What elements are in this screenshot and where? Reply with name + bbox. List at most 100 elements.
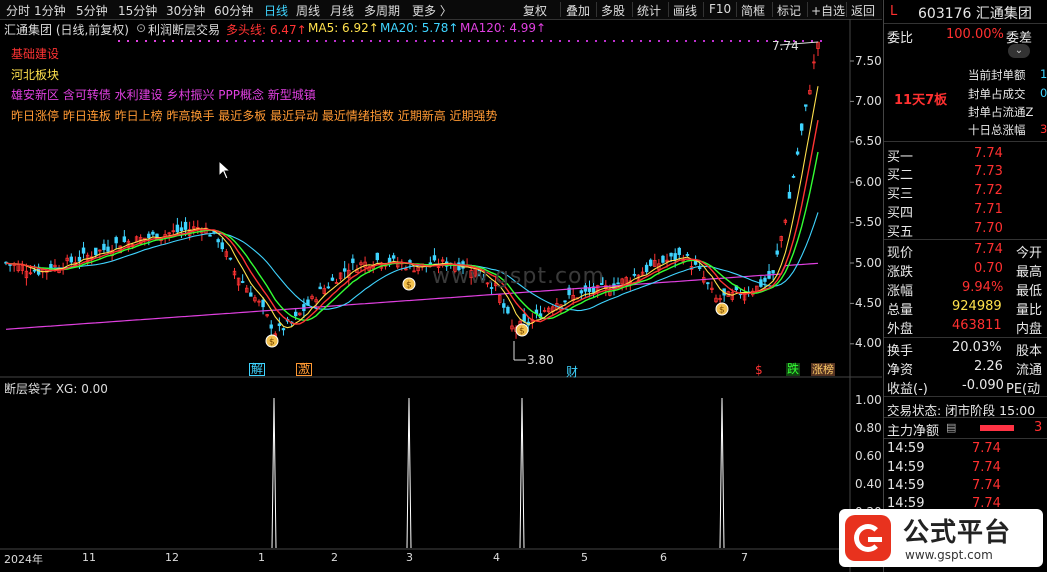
candle-body [787, 191, 792, 199]
candle-body [506, 306, 510, 314]
signal-dot [172, 40, 174, 42]
btn-overlay[interactable]: 叠加 [566, 2, 590, 19]
signal-dot [478, 40, 480, 42]
btn-draw[interactable]: 画线 [673, 2, 697, 19]
xtick-12: 12 [165, 551, 179, 564]
signal-dot [352, 40, 354, 42]
signal-dot [145, 40, 147, 42]
candle-body [334, 282, 339, 284]
candle-body [563, 300, 567, 303]
candle-body [661, 255, 665, 263]
xtick-7: 7 [741, 551, 748, 564]
tick-price-3: 7.74 [972, 478, 1001, 493]
seal-value-1: 1 [1040, 67, 1047, 81]
signal-dot [316, 40, 318, 42]
marker-zhangbang[interactable]: 涨榜 [811, 363, 835, 376]
btn-add-watchlist[interactable]: +自选 [811, 2, 845, 19]
candle-body [32, 269, 37, 272]
signal-dot [496, 40, 498, 42]
signal-dot [703, 40, 705, 42]
signal-dot [424, 40, 426, 42]
signal-dot [334, 40, 336, 42]
btn-back[interactable]: 返回 [851, 2, 875, 19]
stat2-label-3: 收益(-) [887, 382, 928, 397]
candle-body [318, 286, 322, 290]
candle-body [375, 252, 380, 261]
stat-label-1: 现价 [887, 246, 914, 261]
candle-body [795, 151, 800, 155]
signal-dot [235, 40, 237, 42]
signal-dot [298, 40, 300, 42]
period-monthly[interactable]: 月线 [330, 2, 354, 19]
marker-dollar[interactable]: $ [755, 363, 763, 377]
period-15min[interactable]: 15分钟 [118, 2, 157, 19]
candle-body [579, 290, 584, 294]
btn-f10[interactable]: F10 [709, 2, 731, 16]
period-toolbar: 分时 1分钟 5分钟 15分钟 30分钟 60分钟 日线 周线 月线 多周期 更… [0, 0, 882, 20]
signal-dot [631, 40, 633, 42]
ytick-400: 4.00 [855, 336, 882, 350]
signal-dot [658, 40, 660, 42]
signal-dot [748, 40, 750, 42]
main-net-bar [980, 425, 1014, 431]
btn-multistock[interactable]: 多股 [601, 2, 625, 19]
signal-dot [604, 40, 606, 42]
signal-dot [685, 40, 687, 42]
bid2-price[interactable]: 7.73 [974, 164, 1003, 179]
stat-label-3: 涨幅 [887, 284, 914, 299]
marker-die[interactable]: 跌 [786, 363, 801, 376]
candle-body [685, 254, 690, 256]
btn-fuquan[interactable]: 复权 [523, 2, 547, 19]
candle-body [147, 233, 151, 239]
period-multi[interactable]: 多周期 [364, 2, 400, 19]
tick-price-1: 7.74 [972, 441, 1001, 456]
period-5min[interactable]: 5分钟 [76, 2, 108, 19]
bid4-price[interactable]: 7.71 [974, 202, 1003, 217]
chevron-down-icon[interactable]: ⌄ [1008, 44, 1030, 58]
bid5-price[interactable]: 7.70 [974, 221, 1003, 236]
signal-dot [694, 40, 696, 42]
signal-dot [766, 40, 768, 42]
main-net-label[interactable]: 主力净额 [887, 420, 939, 439]
period-daily[interactable]: 日线 [264, 2, 288, 19]
period-1min[interactable]: 1分钟 [34, 2, 66, 19]
list-icon[interactable]: ▤ [946, 421, 956, 434]
period-60min[interactable]: 60分钟 [214, 2, 253, 19]
quote-panel: L 603176 汇通集团 委比 100.00% 委差 ⌄ 11天7板 当前封单… [883, 0, 1047, 572]
marker-jie[interactable]: 解 [249, 363, 266, 376]
stock-code-name[interactable]: 603176 汇通集团 [918, 3, 1032, 23]
candle-body [81, 247, 86, 254]
candle-body [351, 258, 355, 264]
marker-cai[interactable]: 财 [566, 363, 578, 380]
btn-simple[interactable]: 简框 [741, 2, 765, 19]
kline-chart[interactable]: $ $ $ $ [0, 19, 882, 572]
period-more[interactable]: 更多 〉 [412, 2, 452, 19]
signal-dot [757, 40, 759, 42]
candle-body [281, 328, 286, 331]
bid3-price[interactable]: 7.72 [974, 183, 1003, 198]
seal-item-2: 封单占成交 [968, 87, 1026, 101]
stat-value-5: 463811 [952, 318, 1002, 333]
btn-mark[interactable]: 标记 [777, 2, 801, 19]
candle-body [432, 255, 437, 261]
candle-body [649, 259, 653, 266]
btn-stats[interactable]: 统计 [637, 2, 661, 19]
ytick-500: 5.00 [855, 256, 882, 270]
marker-ji[interactable]: 激 [296, 363, 313, 376]
bid3-label: 买三 [887, 187, 914, 202]
signal-dot [469, 40, 471, 42]
period-timeshare[interactable]: 分时 [6, 2, 30, 19]
period-weekly[interactable]: 周线 [296, 2, 320, 19]
candle-body [294, 311, 298, 317]
signal-dot [622, 40, 624, 42]
xtick-year: 2024年 [4, 553, 43, 566]
stat-value-1: 7.74 [974, 242, 1003, 257]
stat2-right-1: 股本 [1016, 344, 1043, 359]
sub-indicator-title[interactable]: 断层袋子 XG: 0.00 [4, 380, 108, 397]
signal-dot [190, 40, 192, 42]
signal-dot [226, 40, 228, 42]
cursor-icon [218, 160, 232, 180]
period-30min[interactable]: 30分钟 [166, 2, 205, 19]
bid1-price[interactable]: 7.74 [974, 146, 1003, 161]
signal-spike [519, 397, 525, 549]
